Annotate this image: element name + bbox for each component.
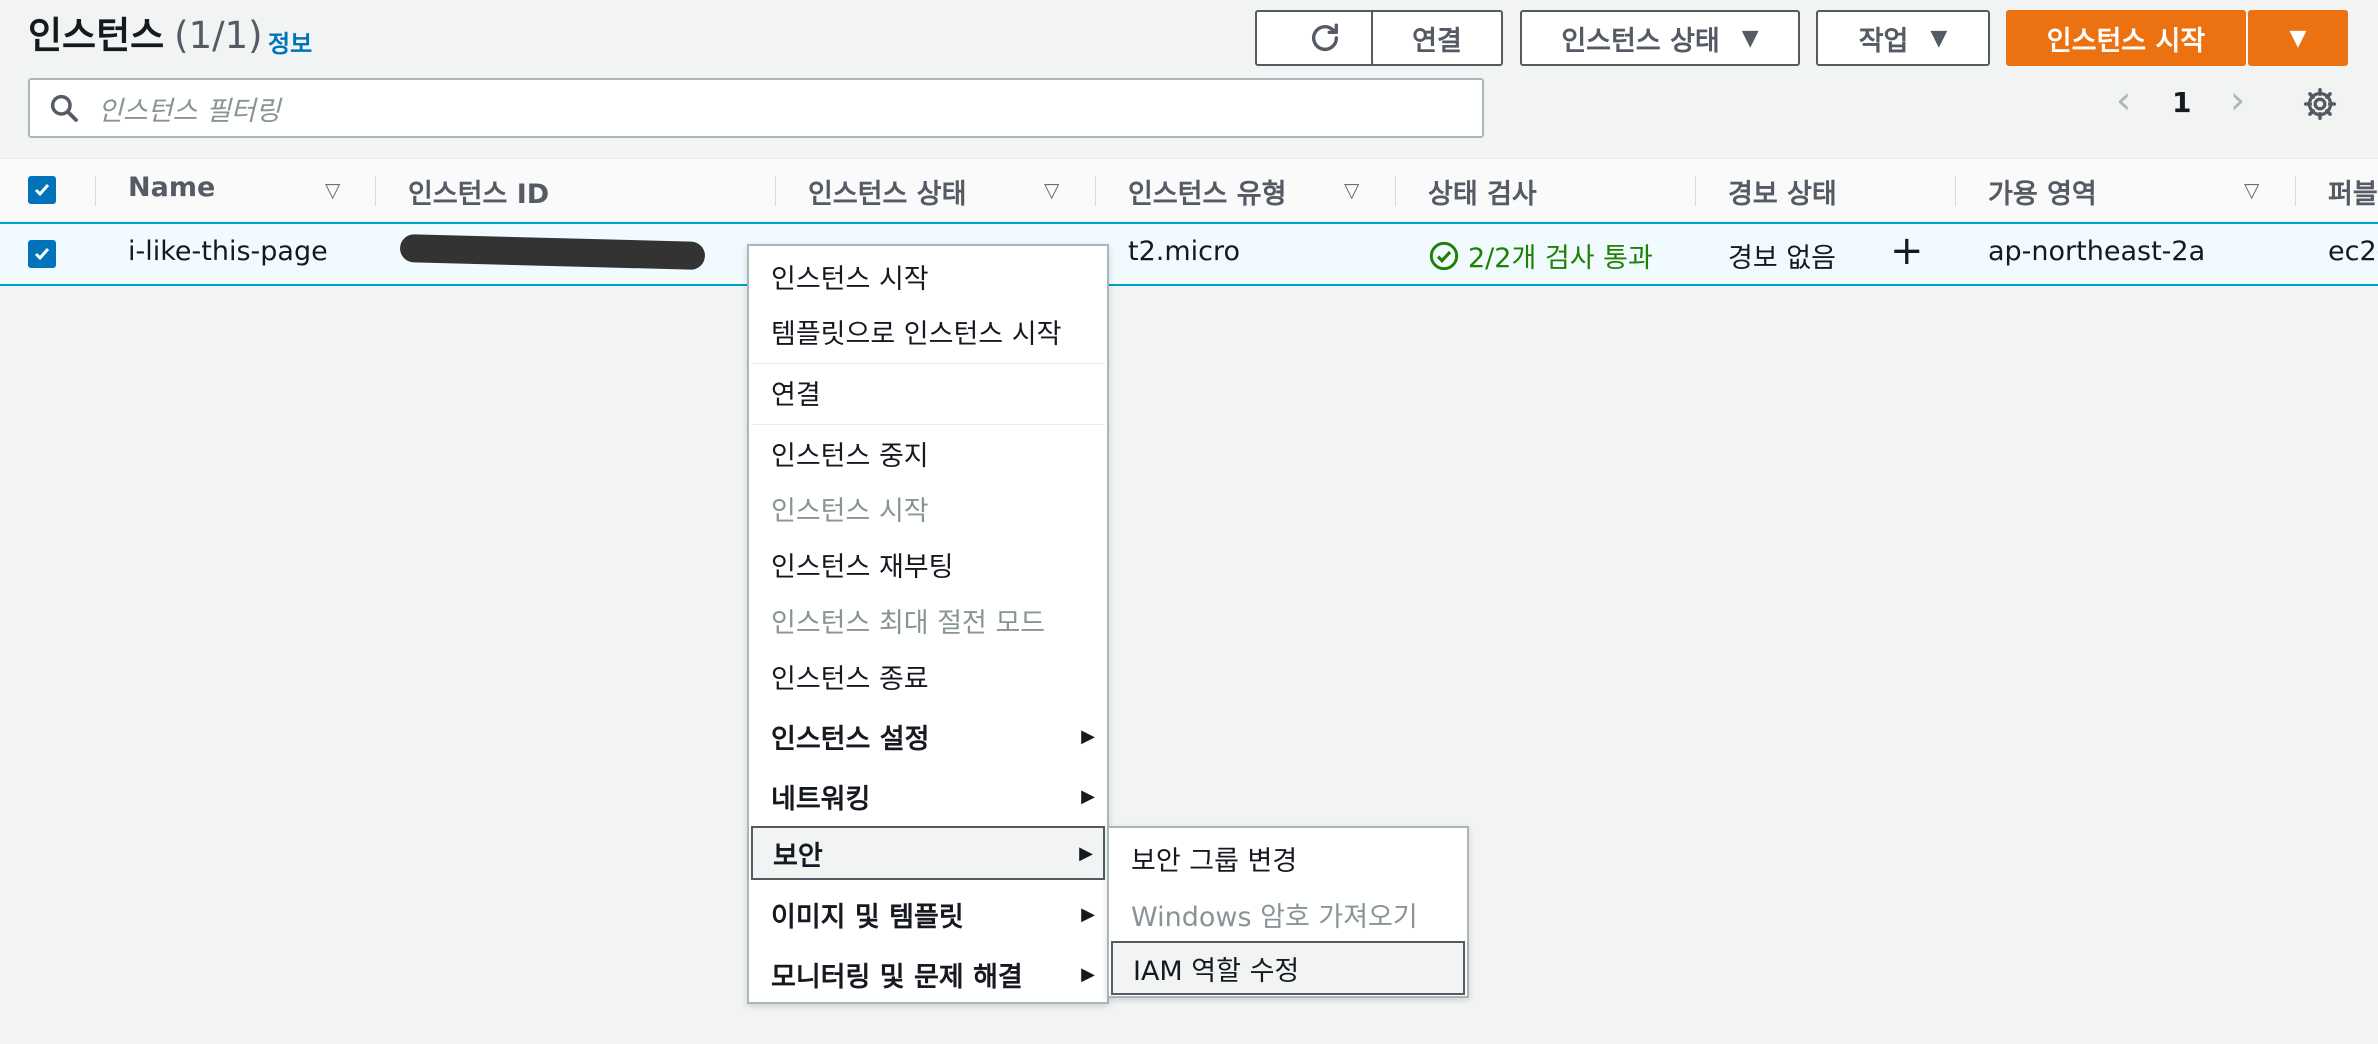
status-check: 2/2개 검사 통과: [1428, 236, 1653, 275]
sort-icon[interactable]: ▽: [2244, 178, 2259, 202]
check-icon: [34, 248, 50, 261]
check-circle-icon: [1429, 241, 1459, 270]
column-header-name[interactable]: Name: [128, 172, 215, 203]
column-header-instance-type[interactable]: 인스턴스 유형: [1128, 172, 1286, 211]
row-checkbox[interactable]: [28, 240, 56, 268]
menu-item-instance-settings[interactable]: 인스턴스 설정 ▶: [751, 709, 1105, 763]
menu-item-images-templates[interactable]: 이미지 및 템플릿 ▶: [751, 887, 1105, 941]
instance-count: (1/1): [174, 14, 263, 57]
column-divider: [1955, 176, 1956, 206]
submenu-arrow-icon: ▶: [1081, 725, 1095, 747]
menu-item-security[interactable]: 보안 ▶: [751, 826, 1105, 880]
caret-down-icon: ▼: [2289, 25, 2307, 51]
menu-item-monitoring-troubleshooting[interactable]: 모니터링 및 문제 해결 ▶: [751, 947, 1105, 1001]
search-input[interactable]: 인스턴스 필터링: [98, 89, 280, 128]
menu-divider: [751, 424, 1105, 425]
column-divider: [775, 176, 776, 206]
status-check-text: 2/2개 검사 통과: [1468, 243, 1653, 274]
sort-icon[interactable]: ▽: [325, 178, 340, 202]
sort-icon[interactable]: ▽: [1344, 178, 1359, 202]
connect-button[interactable]: 연결: [1371, 10, 1503, 66]
column-divider: [1695, 176, 1696, 206]
add-alarm-icon[interactable]: +: [1890, 228, 1924, 274]
caret-down-icon: ▼: [1741, 25, 1759, 51]
menu-item-reboot-instance[interactable]: 인스턴스 재부팅: [751, 537, 1105, 591]
check-icon: [34, 184, 50, 197]
availability-zone: ap-northeast-2a: [1988, 236, 2206, 267]
column-divider: [375, 176, 376, 206]
column-divider: [1095, 176, 1096, 206]
column-divider: [95, 176, 96, 206]
column-header-instance-state[interactable]: 인스턴스 상태: [808, 172, 966, 211]
column-header-alarm-status[interactable]: 경보 상태: [1728, 172, 1837, 211]
launch-instance-label: 인스턴스 시작: [2046, 25, 2206, 57]
column-header-public-dns[interactable]: 퍼블: [2328, 172, 2378, 211]
menu-item-hibernate-instance: 인스턴스 최대 절전 모드: [771, 607, 1046, 639]
settings-gear-icon[interactable]: [2302, 86, 2338, 126]
instance-state-label: 인스턴스 상태: [1561, 25, 1720, 57]
column-header-instance-id[interactable]: 인스턴스 ID: [408, 172, 549, 211]
menu-item-networking[interactable]: 네트워킹 ▶: [751, 769, 1105, 823]
menu-item-start-instance: 인스턴스 시작: [771, 495, 929, 527]
menu-divider: [751, 363, 1105, 364]
page-title-text: 인스턴스: [28, 14, 165, 57]
search-bar[interactable]: 인스턴스 필터링: [28, 78, 1484, 138]
connect-label: 연결: [1412, 25, 1462, 57]
column-header-availability-zone[interactable]: 가용 영역: [1988, 172, 2097, 211]
caret-down-icon: ▼: [1930, 25, 1948, 51]
instance-state-button[interactable]: 인스턴스 상태 ▼: [1520, 10, 1800, 66]
instance-type: t2.micro: [1128, 236, 1241, 267]
column-divider: [2295, 176, 2296, 206]
instance-name: i-like-this-page: [128, 236, 328, 267]
menu-item-launch-instance[interactable]: 인스턴스 시작: [751, 249, 1105, 303]
search-icon: [50, 94, 78, 122]
sort-icon[interactable]: ▽: [1044, 178, 1059, 202]
menu-item-connect[interactable]: 연결: [751, 365, 1105, 419]
page-title: 인스턴스 (1/1): [28, 10, 263, 62]
submenu-arrow-icon: ▶: [1081, 903, 1095, 925]
security-submenu: 보안 그룹 변경 Windows 암호 가져오기 IAM 역할 수정: [1107, 826, 1469, 998]
submenu-item-modify-iam-role[interactable]: IAM 역할 수정: [1111, 941, 1465, 995]
info-link[interactable]: 정보: [268, 24, 312, 59]
submenu-arrow-icon: ▶: [1081, 963, 1095, 985]
submenu-arrow-icon: ▶: [1079, 842, 1093, 864]
next-page-icon[interactable]: ›: [2230, 78, 2245, 122]
actions-label: 작업: [1858, 25, 1909, 57]
column-divider: [1395, 176, 1396, 206]
context-menu: 인스턴스 시작 템플릿으로 인스턴스 시작 연결 인스턴스 중지 인스턴스 시작…: [747, 244, 1109, 1004]
menu-item-terminate-instance[interactable]: 인스턴스 종료: [751, 649, 1105, 703]
launch-instance-button[interactable]: 인스턴스 시작: [2006, 10, 2246, 66]
column-header-status-check[interactable]: 상태 검사: [1428, 172, 1537, 211]
previous-page-icon[interactable]: ‹: [2116, 78, 2131, 122]
submenu-arrow-icon: ▶: [1081, 785, 1095, 807]
refresh-icon: [1311, 23, 1339, 51]
menu-item-stop-instance[interactable]: 인스턴스 중지: [751, 426, 1105, 480]
launch-dropdown-button[interactable]: ▼: [2248, 10, 2348, 66]
actions-button[interactable]: 작업 ▼: [1816, 10, 1990, 66]
page-number[interactable]: 1: [2172, 86, 2191, 119]
select-all-checkbox[interactable]: [28, 176, 56, 204]
public-dns: ec2-: [2328, 236, 2378, 267]
menu-item-launch-from-template[interactable]: 템플릿으로 인스턴스 시작: [751, 304, 1105, 358]
alarm-status: 경보 없음: [1728, 243, 1836, 274]
submenu-item-change-security-groups[interactable]: 보안 그룹 변경: [1111, 831, 1465, 885]
submenu-item-get-windows-password: Windows 암호 가져오기: [1131, 901, 1418, 933]
